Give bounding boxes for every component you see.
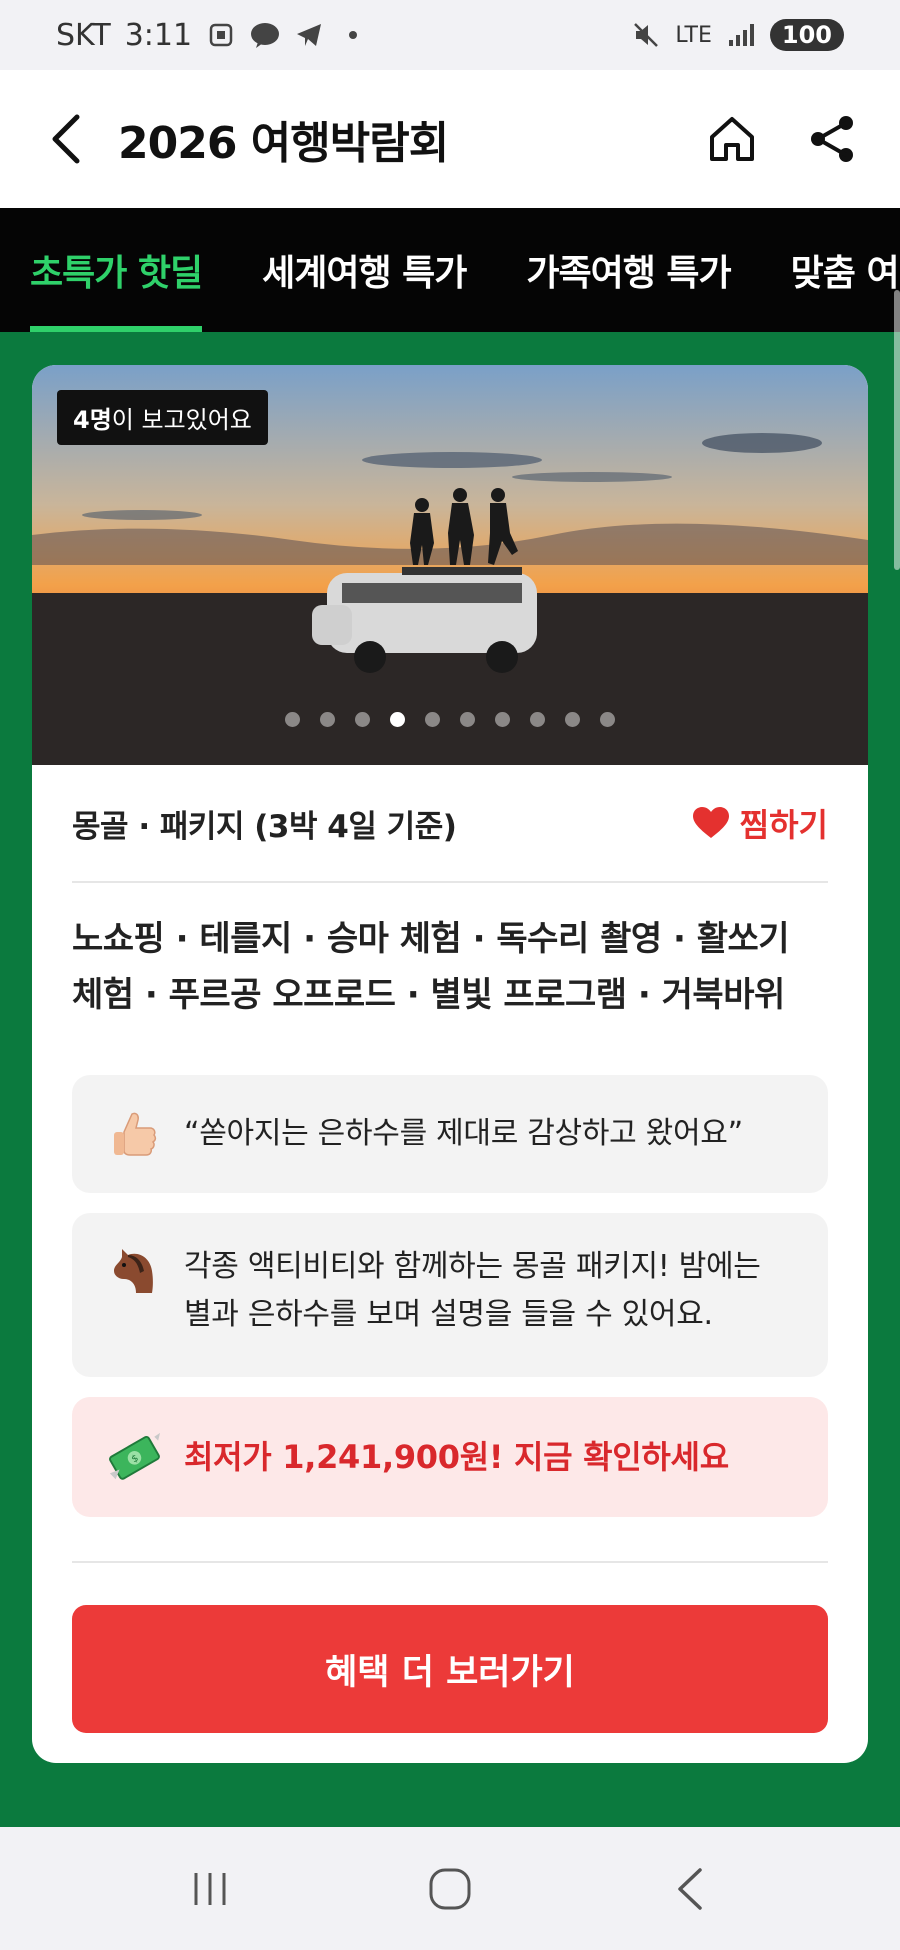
- tab-hot-deal[interactable]: 초특가 핫딜: [30, 208, 203, 332]
- carousel-dot[interactable]: [320, 712, 335, 727]
- carousel-dot[interactable]: [495, 712, 510, 727]
- carousel-dot[interactable]: [565, 712, 580, 727]
- carousel-indicator: [32, 712, 868, 727]
- deal-card[interactable]: 4명이 보고있어요 몽골 · 패키지 (3박 4일 기준) 찜하기 노쇼핑 · …: [32, 365, 868, 1763]
- package-description: 각종 액티비티와 함께하는 몽골 패키지! 밤에는 별과 은하수를 보며 설명을…: [184, 1249, 761, 1332]
- carousel-dot[interactable]: [390, 712, 405, 727]
- network-type-label: LTE: [675, 22, 712, 48]
- viewer-count-badge: 4명이 보고있어요: [57, 390, 268, 445]
- lowest-price-text: 최저가 1,241,900원! 지금 확인하세요: [184, 1438, 729, 1476]
- tab-custom-travel[interactable]: 맞춤 여: [791, 208, 900, 332]
- wishlist-button[interactable]: 찜하기: [692, 800, 828, 846]
- carrier-label: SKT: [56, 17, 111, 53]
- mute-icon: [631, 20, 661, 50]
- home-button[interactable]: [704, 111, 760, 167]
- tab-family-travel[interactable]: 가족여행 특가: [526, 208, 731, 332]
- battery-badge: 100: [769, 19, 844, 51]
- carousel-dot[interactable]: [285, 712, 300, 727]
- carousel-dot[interactable]: [600, 712, 615, 727]
- share-button[interactable]: [804, 111, 860, 167]
- carousel-dot[interactable]: [530, 712, 545, 727]
- tab-world-travel[interactable]: 세계여행 특가: [262, 208, 467, 332]
- review-quote: “쏟아지는 은하수를 제대로 감상하고 왔어요”: [184, 1116, 743, 1151]
- price-box[interactable]: $ 최저가 1,241,900원! 지금 확인하세요: [72, 1397, 828, 1517]
- viewer-count-suffix: 이 보고있어요: [111, 406, 252, 434]
- screenshot-icon: [206, 20, 236, 50]
- carousel-dot[interactable]: [460, 712, 475, 727]
- description-box: 각종 액티비티와 함께하는 몽골 패키지! 밤에는 별과 은하수를 보며 설명을…: [72, 1213, 828, 1377]
- deal-panel: 4명이 보고있어요 몽골 · 패키지 (3박 4일 기준) 찜하기 노쇼핑 · …: [0, 332, 900, 1843]
- divider: [72, 1561, 828, 1563]
- destination-meta: 몽골 · 패키지 (3박 4일 기준): [72, 808, 457, 845]
- share-icon: [811, 116, 853, 162]
- back-arrow-icon: [678, 1867, 702, 1910]
- money-icon: $: [106, 1429, 162, 1485]
- back-button[interactable]: [40, 113, 92, 165]
- wishlist-label: 찜하기: [739, 806, 828, 844]
- recent-apps-button[interactable]: [170, 1849, 250, 1929]
- chevron-left-icon: [52, 114, 80, 164]
- talk-icon: [250, 20, 280, 50]
- hero-carousel[interactable]: 4명이 보고있어요: [32, 365, 868, 765]
- viewer-count: 4명: [73, 406, 112, 434]
- scrollbar[interactable]: [894, 290, 900, 570]
- telegram-icon: [294, 20, 324, 50]
- carousel-dot[interactable]: [355, 712, 370, 727]
- package-tags: 노쇼핑 · 테를지 · 승마 체험 · 독수리 촬영 · 활쏘기 체험 · 푸르…: [72, 919, 790, 1015]
- thumbs-up-icon: [106, 1106, 162, 1162]
- home-circle-icon: [429, 1868, 471, 1909]
- category-tabs: 초특가 핫딜 세계여행 특가 가족여행 특가 맞춤 여: [0, 208, 900, 332]
- horse-icon: [106, 1243, 162, 1299]
- more-benefits-button[interactable]: 혜택 더 보러가기: [72, 1605, 828, 1733]
- heart-icon: [692, 807, 729, 838]
- clock: 3:11: [124, 17, 193, 53]
- status-bar: SKT 3:11 LTE 100: [0, 0, 900, 70]
- carousel-dot[interactable]: [425, 712, 440, 727]
- home-icon: [710, 117, 754, 161]
- home-nav-button[interactable]: [410, 1849, 490, 1929]
- app-header: 2026 여행박람회: [0, 70, 900, 208]
- system-nav-bar: [0, 1827, 900, 1950]
- review-box: “쏟아지는 은하수를 제대로 감상하고 왔어요”: [72, 1075, 828, 1193]
- signal-icon: [726, 20, 756, 50]
- page-title: 2026 여행박람회: [118, 118, 449, 169]
- notification-dot-icon: [338, 20, 368, 50]
- back-nav-button[interactable]: [650, 1849, 730, 1929]
- recent-apps-icon: [194, 1872, 226, 1905]
